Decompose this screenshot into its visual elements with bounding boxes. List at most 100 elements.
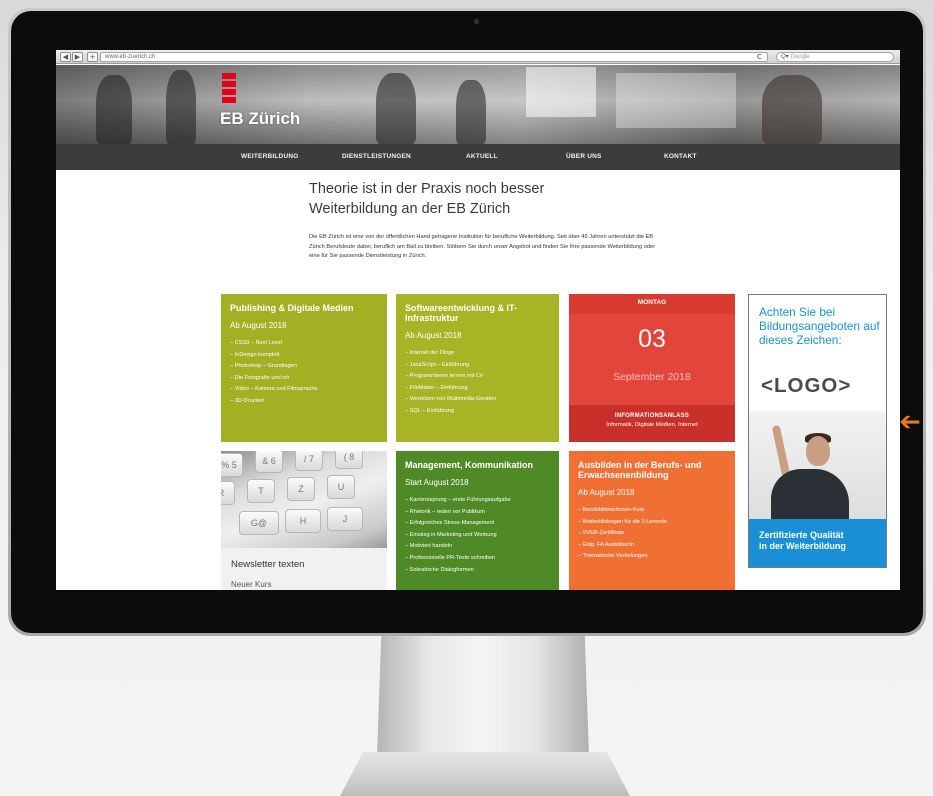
event-type: INFORMATIONSANLASS bbox=[614, 413, 690, 419]
search-placeholder: Google bbox=[790, 54, 810, 60]
hero-person bbox=[96, 75, 132, 144]
browser-screen: ◀ ▶ + www.eb-zuerich.ch C Q▾ Google EB Z… bbox=[56, 50, 900, 590]
tile-management[interactable]: Management, Kommunikation Start August 2… bbox=[396, 451, 559, 590]
event-footer[interactable]: INFORMATIONSANLASS Informatik, Digitale … bbox=[569, 405, 735, 442]
course-link[interactable]: – Eidg. FA Ausbilder/in bbox=[578, 540, 726, 552]
newsletter-title[interactable]: Newsletter texten bbox=[231, 559, 304, 570]
keyboard-key: U bbox=[327, 475, 355, 499]
course-link[interactable]: – Motiviert handeln bbox=[405, 541, 550, 553]
course-link[interactable]: – Karrieresprung – erste Führungsaufgabe bbox=[405, 495, 550, 507]
search-input[interactable]: Q▾ Google bbox=[776, 52, 894, 62]
nav-item-weiterbildung[interactable]: WEITERBILDUNG bbox=[241, 153, 299, 160]
tile-ausbilden[interactable]: Ausbilden in der Berufs- und Erwachsenen… bbox=[569, 451, 735, 590]
keyboard-key: / 7 bbox=[295, 451, 323, 471]
intro-title-line1: Theorie ist in der Praxis noch besser bbox=[309, 181, 545, 197]
tile-title[interactable]: Publishing & Digitale Medien bbox=[230, 303, 378, 313]
add-bookmark-button[interactable]: + bbox=[87, 52, 98, 62]
course-link[interactable]: – Programmieren lernen mit C# bbox=[405, 371, 550, 383]
person-head bbox=[806, 436, 830, 466]
course-link[interactable]: – 3D-Drucken bbox=[230, 396, 378, 408]
course-link[interactable]: – Video – Kamera und Filmsprache bbox=[230, 384, 378, 396]
course-link[interactable]: – JavaScript – Einführung bbox=[405, 360, 550, 372]
hero-window bbox=[526, 67, 596, 117]
keyboard-key: % 5 bbox=[221, 453, 243, 477]
tile-subtitle: Ab August 2018 bbox=[230, 321, 287, 330]
course-link[interactable]: – Professionelle PR-Texte schreiben bbox=[405, 553, 550, 565]
course-list: – Berufsbildner/innen-Kurs – Weiterbildu… bbox=[578, 505, 726, 563]
course-link[interactable]: – Vernetzen von Multimedia-Geräten bbox=[405, 394, 550, 406]
url-field[interactable]: www.eb-zuerich.ch bbox=[100, 52, 768, 62]
course-link[interactable]: – Photoshop – Grundlagen bbox=[230, 361, 378, 373]
course-link[interactable]: – Berufsbildner/innen-Kurs bbox=[578, 505, 726, 517]
back-button[interactable]: ◀ bbox=[60, 52, 71, 62]
course-list: – Internet der Dinge – JavaScript – Einf… bbox=[405, 348, 550, 418]
forward-button[interactable]: ▶ bbox=[72, 52, 83, 62]
keyboard-key: G@ bbox=[239, 511, 279, 535]
course-link[interactable]: – Die Fotografie und ich bbox=[230, 373, 378, 385]
tile-event[interactable]: MONTAG 03 September 2018 INFORMATIONSANL… bbox=[569, 294, 735, 442]
search-icon: Q▾ bbox=[781, 54, 789, 60]
tile-subtitle: Start August 2018 bbox=[405, 478, 469, 487]
intro-title-line2: Weiterbildung an der EB Zürich bbox=[309, 201, 511, 217]
tile-subtitle: Ab August 2018 bbox=[578, 488, 635, 497]
intro-heading: Theorie ist in der Praxis noch besser We… bbox=[309, 179, 709, 219]
nav-item-aktuell[interactable]: AKTUELL bbox=[466, 153, 498, 160]
keyboard-key: ( 8 bbox=[335, 451, 363, 469]
eb-logo-icon[interactable] bbox=[222, 73, 236, 105]
tile-software[interactable]: Softwareentwicklung & IT-Infrastruktur A… bbox=[396, 294, 559, 442]
course-list: – CSS3 – Next Level – InDesign komplett … bbox=[230, 338, 378, 408]
course-link[interactable]: – SQL – Einführung bbox=[405, 406, 550, 418]
course-link[interactable]: – Rhetorik – reden vor Publikum bbox=[405, 507, 550, 519]
event-day: MONTAG bbox=[569, 294, 735, 314]
person-body bbox=[771, 469, 849, 525]
newsletter-subtitle: Neuer Kurs bbox=[231, 580, 272, 589]
tile-publishing[interactable]: Publishing & Digitale Medien Ab August 2… bbox=[221, 294, 387, 442]
course-link[interactable]: – Erfolgreiches Stress-Management bbox=[405, 518, 550, 530]
quality-ad-banner[interactable]: Achten Sie bei Bildungsangeboten auf die… bbox=[748, 294, 887, 568]
course-list: – Karrieresprung – erste Führungsaufgabe… bbox=[405, 495, 550, 576]
reload-icon[interactable]: C bbox=[757, 52, 762, 62]
ad-headline: Achten Sie bei Bildungsangeboten auf die… bbox=[759, 305, 880, 347]
hero-banner: EB Zürich bbox=[56, 65, 900, 144]
course-link[interactable]: – Thematische Vertiefungen bbox=[578, 551, 726, 563]
course-link[interactable]: – Sokratische Dialogformen bbox=[405, 565, 550, 577]
keyboard-key: J bbox=[327, 507, 363, 531]
hero-person bbox=[166, 70, 196, 144]
ad-line1: Zertifizierte Qualität bbox=[759, 530, 844, 540]
tile-title[interactable]: Ausbilden in der Berufs- und Erwachsenen… bbox=[578, 460, 726, 480]
ad-logo-placeholder: <LOGO> bbox=[761, 374, 852, 397]
keyboard-key: R bbox=[221, 481, 235, 505]
course-link[interactable]: – InDesign komplett bbox=[230, 350, 378, 362]
tile-title[interactable]: Softwareentwicklung & IT-Infrastruktur bbox=[405, 303, 550, 323]
hero-person bbox=[456, 80, 486, 144]
course-link[interactable]: – SVEB-Zertifikate bbox=[578, 528, 726, 540]
keyboard-key: Z bbox=[287, 477, 315, 501]
nav-item-ueber-uns[interactable]: ÜBER UNS bbox=[566, 153, 602, 160]
main-navigation: WEITERBILDUNG DIENSTLEISTUNGEN AKTUELL Ü… bbox=[56, 144, 900, 170]
ad-footer: Zertifizierte Qualität in der Weiterbild… bbox=[749, 519, 886, 567]
nav-item-kontakt[interactable]: KONTAKT bbox=[664, 153, 697, 160]
tile-title[interactable]: Management, Kommunikation bbox=[405, 460, 550, 470]
orange-arrow-icon: ➔ bbox=[899, 407, 921, 437]
keyboard-key: & 6 bbox=[255, 451, 283, 473]
event-date: 03 bbox=[638, 325, 666, 353]
keyboard-key: H bbox=[285, 509, 321, 533]
course-link[interactable]: – FileMaker – Einführung bbox=[405, 383, 550, 395]
event-topics: Informatik, Digitale Medien, Internet bbox=[606, 422, 698, 428]
course-link[interactable]: – Weiterbildungen für die 3 Lernorte bbox=[578, 517, 726, 529]
course-link[interactable]: – Einstieg in Marketing und Werbung bbox=[405, 530, 550, 542]
hero-person bbox=[762, 75, 822, 144]
monitor-foot bbox=[340, 752, 630, 796]
course-link[interactable]: – Internet der Dinge bbox=[405, 348, 550, 360]
monitor-stand bbox=[377, 636, 589, 756]
hero-person bbox=[376, 73, 416, 144]
site-logo-text[interactable]: EB Zürich bbox=[220, 109, 300, 129]
ad-line2: in der Weiterbildung bbox=[759, 541, 846, 551]
hero-wall bbox=[616, 73, 736, 128]
browser-toolbar: ◀ ▶ + www.eb-zuerich.ch C Q▾ Google bbox=[56, 50, 900, 64]
tile-newsletter[interactable]: % 5 & 6 / 7 ( 8 R T Z U G@ H J Newslette… bbox=[221, 451, 387, 590]
course-link[interactable]: – CSS3 – Next Level bbox=[230, 338, 378, 350]
ad-photo bbox=[749, 411, 886, 525]
pointing-arm bbox=[771, 424, 791, 478]
nav-item-dienstleistungen[interactable]: DIENSTLEISTUNGEN bbox=[342, 153, 411, 160]
